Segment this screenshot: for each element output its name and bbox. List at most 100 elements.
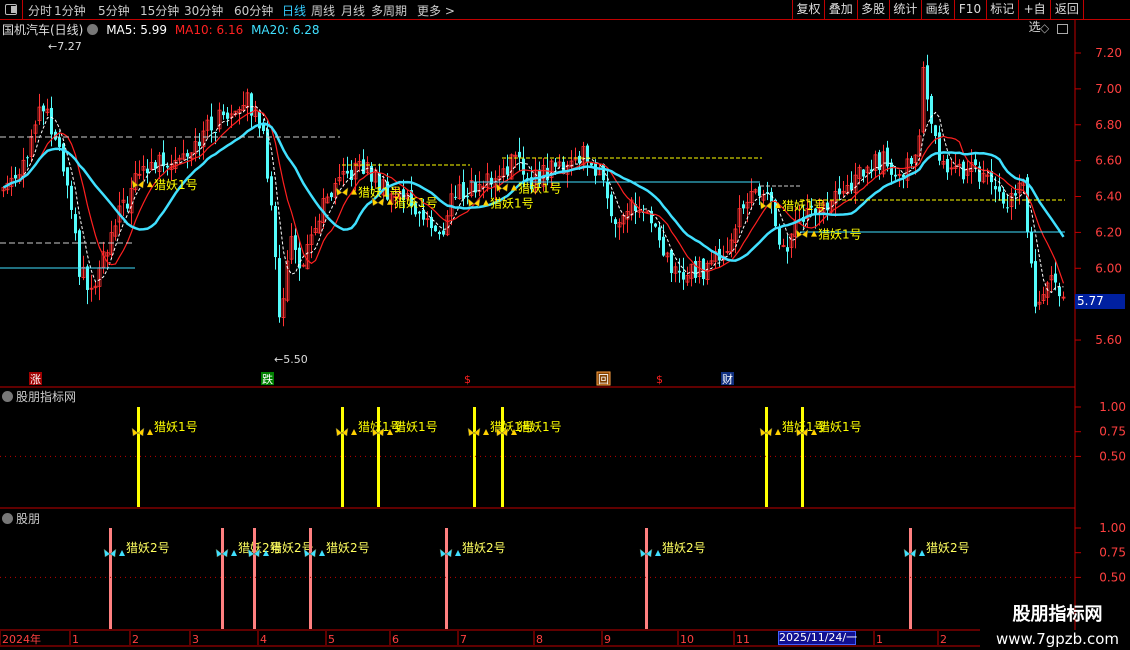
signal-label: 猎妖1号 bbox=[154, 420, 198, 434]
date-label: 2 bbox=[940, 633, 947, 646]
candle-body bbox=[222, 111, 225, 116]
candle-body bbox=[1058, 286, 1061, 297]
candle-body bbox=[438, 231, 441, 235]
current-price-tag: 5.77 bbox=[1075, 294, 1125, 309]
signal-bar bbox=[445, 528, 448, 629]
candle-body bbox=[186, 153, 189, 157]
low-price-label: ←5.50 bbox=[274, 353, 308, 366]
candle-body bbox=[262, 124, 265, 131]
butterfly-wing bbox=[467, 198, 481, 208]
candle-body bbox=[850, 182, 853, 190]
butterfly-icon bbox=[903, 548, 925, 558]
price-axis-label: 6.80 bbox=[1095, 118, 1122, 132]
butterfly-icon bbox=[439, 548, 461, 558]
date-label: 6 bbox=[392, 633, 399, 646]
signal-bar bbox=[377, 407, 380, 507]
candle-body bbox=[742, 204, 745, 209]
signal-bar bbox=[309, 528, 312, 629]
price-axis-label: 6.60 bbox=[1095, 154, 1122, 168]
candle-body bbox=[1006, 207, 1009, 209]
date-label: 3 bbox=[192, 633, 199, 646]
triangle-icon bbox=[483, 429, 489, 435]
triangle-icon bbox=[775, 429, 781, 435]
signal-bar bbox=[501, 407, 504, 507]
watermark-url: www.7gpzb.com bbox=[996, 630, 1119, 648]
butterfly-icon bbox=[103, 548, 125, 558]
date-label: 11 bbox=[736, 633, 750, 646]
signal-bar bbox=[341, 407, 344, 507]
price-axis-label: 6.20 bbox=[1095, 225, 1122, 239]
candle-body bbox=[894, 174, 897, 177]
candle-body bbox=[198, 141, 201, 146]
kline-chart[interactable]: ←7.27←5.50猎妖1号猎妖1号猎妖1号 猎妖1号猎妖1号猎妖1号猎妖1号涨跌… bbox=[0, 0, 1130, 650]
date-label: 4 bbox=[260, 633, 267, 646]
candle-body bbox=[14, 174, 17, 179]
candle-body bbox=[270, 176, 273, 206]
signal-label: 猎妖2号 bbox=[926, 541, 970, 555]
candle-body bbox=[654, 223, 657, 227]
candle-body bbox=[758, 186, 761, 196]
main-signal-label: 猎妖1号 bbox=[518, 181, 562, 195]
candle-body bbox=[778, 227, 781, 245]
event-badge-text: $ bbox=[464, 373, 471, 386]
signal-bar bbox=[765, 407, 768, 507]
candle-body bbox=[418, 211, 421, 214]
candle-body bbox=[166, 165, 169, 168]
butterfly-wing bbox=[795, 229, 809, 239]
signal-bar bbox=[109, 528, 112, 629]
price-axis-label: 6.00 bbox=[1095, 261, 1122, 275]
candle-body bbox=[862, 169, 865, 177]
date-label: 1 bbox=[876, 633, 883, 646]
candle-body bbox=[662, 236, 665, 256]
signal-label: 猎妖2号 bbox=[462, 541, 506, 555]
date-label: 7 bbox=[460, 633, 467, 646]
date-label: 2024年 bbox=[2, 632, 41, 646]
candle-body bbox=[70, 185, 73, 210]
candle-body bbox=[26, 157, 29, 159]
butterfly-wing bbox=[131, 179, 145, 189]
signal-bar bbox=[137, 407, 140, 507]
main-signal-label: 猎妖1号 bbox=[782, 199, 826, 213]
candle-body bbox=[162, 152, 165, 167]
triangle-icon bbox=[919, 550, 925, 556]
candle-body bbox=[346, 170, 349, 174]
triangle-icon bbox=[231, 550, 237, 556]
main-signal-label: 猎妖1号 bbox=[394, 196, 438, 210]
signal-label: 猎妖2号 bbox=[662, 541, 706, 555]
event-badge-text: 回 bbox=[598, 373, 609, 386]
price-axis-label: 5.60 bbox=[1095, 333, 1122, 347]
candle-body bbox=[962, 161, 965, 180]
price-axis-label: 7.00 bbox=[1095, 82, 1122, 96]
candle-body bbox=[362, 159, 365, 174]
signal-bar bbox=[801, 407, 804, 507]
date-label: 8 bbox=[536, 633, 543, 646]
candle-body bbox=[86, 266, 89, 290]
candle-body bbox=[126, 203, 129, 209]
watermark-title: 股朋指标网 bbox=[1012, 604, 1103, 625]
candle-body bbox=[522, 158, 525, 175]
price-axis-label: 7.20 bbox=[1095, 46, 1122, 60]
butterfly-icon bbox=[215, 548, 237, 558]
candle-body bbox=[42, 105, 45, 112]
triangle-icon bbox=[455, 550, 461, 556]
candle-body bbox=[330, 192, 333, 198]
candle-body bbox=[946, 158, 949, 173]
date-label: 9 bbox=[604, 633, 611, 646]
candle-body bbox=[678, 270, 681, 273]
candle-body bbox=[146, 168, 149, 174]
candle-body bbox=[658, 227, 661, 241]
candle-body bbox=[518, 151, 521, 158]
candle-body bbox=[442, 230, 445, 235]
candle-body bbox=[462, 182, 465, 199]
indicator-axis-label: 1.00 bbox=[1099, 400, 1126, 414]
indicator-axis-label: 0.75 bbox=[1099, 425, 1126, 439]
candle-body bbox=[1002, 192, 1005, 204]
signal-bar bbox=[909, 528, 912, 629]
event-badge-text: 涨 bbox=[30, 373, 41, 386]
candle-body bbox=[938, 132, 941, 161]
price-axis-label: 6.40 bbox=[1095, 190, 1122, 204]
date-label: 5 bbox=[328, 633, 335, 646]
candle-body bbox=[490, 177, 493, 185]
candle-body bbox=[226, 112, 229, 119]
candle-body bbox=[430, 217, 433, 229]
